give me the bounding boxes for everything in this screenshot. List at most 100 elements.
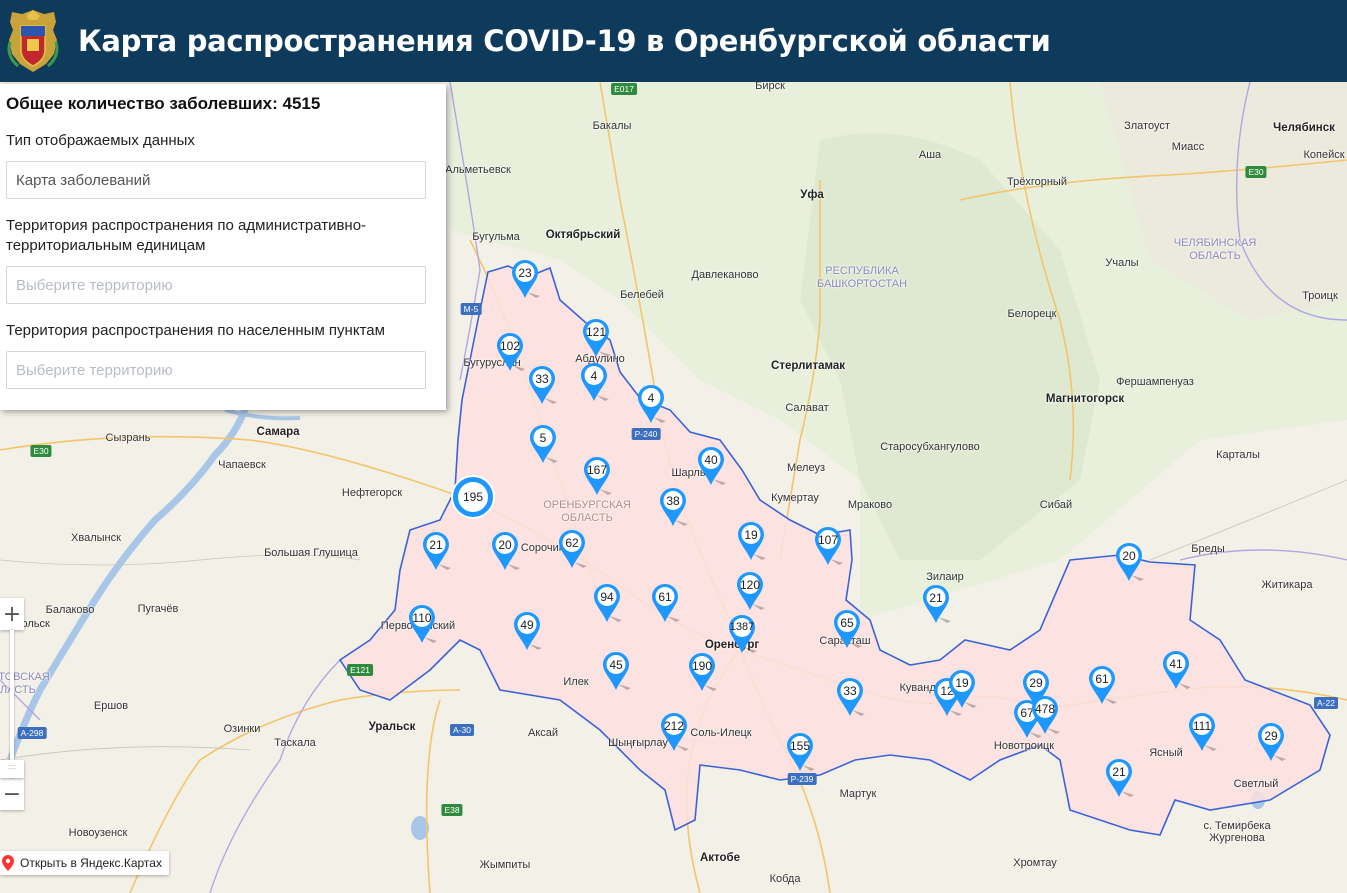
case-marker[interactable]: 61: [652, 584, 682, 624]
case-count: 1387: [729, 621, 755, 633]
region-label: РЕСПУБЛИКА БАШКОРТОСТАН: [816, 265, 908, 290]
case-marker[interactable]: 1387: [729, 615, 759, 655]
case-count: 107: [817, 533, 839, 547]
road-shield: A-30: [450, 724, 474, 736]
place-label: Стерлитамак: [771, 360, 845, 372]
place-label: Мелеуз: [787, 462, 825, 474]
settlement-select[interactable]: Выберите территорию: [6, 351, 426, 389]
case-marker[interactable]: 40: [698, 447, 728, 487]
place-label: Пугачёв: [137, 603, 179, 615]
place-label: Магнитогорск: [1045, 393, 1125, 405]
place-label: Актобе: [699, 852, 741, 864]
coat-of-arms-icon: [7, 10, 59, 72]
case-cluster[interactable]: 195: [453, 477, 493, 517]
case-marker[interactable]: 478: [1032, 696, 1062, 736]
place-label: Кумертау: [771, 492, 819, 504]
open-in-yandex-maps-link[interactable]: Открыть в Яндекс.Картах: [0, 851, 169, 875]
place-label: Ясный: [1149, 747, 1183, 759]
admin-territory-select[interactable]: Выберите территорию: [6, 266, 426, 304]
place-label: Илек: [563, 676, 589, 688]
place-label: Белебей: [620, 289, 664, 301]
settlement-label: Территория распространения по населенным…: [6, 322, 385, 339]
case-marker[interactable]: 45: [603, 652, 633, 692]
case-marker[interactable]: 5: [530, 425, 560, 465]
case-marker[interactable]: 4: [638, 385, 668, 425]
case-marker[interactable]: 20: [1116, 543, 1146, 583]
case-count: 19: [955, 676, 969, 690]
case-count: 4: [590, 369, 598, 383]
case-marker[interactable]: 212: [661, 713, 691, 753]
case-marker[interactable]: 33: [529, 366, 559, 406]
road-shield: E121: [347, 664, 373, 676]
case-marker[interactable]: 29: [1258, 723, 1288, 763]
case-marker[interactable]: 155: [787, 733, 817, 773]
place-label: Трёхгорный: [1007, 176, 1067, 188]
place-label: Ершов: [93, 700, 129, 712]
place-label: Челябинск: [1273, 122, 1335, 134]
case-marker[interactable]: 4: [581, 363, 611, 403]
case-marker[interactable]: 121: [583, 319, 613, 359]
case-marker[interactable]: 33: [837, 678, 867, 718]
place-label: с. Темирбека Жургенова: [1203, 820, 1271, 844]
case-marker[interactable]: 120: [737, 572, 767, 612]
case-marker[interactable]: 107: [815, 527, 845, 567]
place-label: Нефтегорск: [341, 487, 403, 499]
case-marker[interactable]: 94: [594, 584, 624, 624]
case-marker[interactable]: 20: [492, 532, 522, 572]
case-marker[interactable]: 19: [738, 522, 768, 562]
zoom-out-button[interactable]: −: [0, 778, 24, 810]
case-marker[interactable]: 23: [512, 260, 542, 300]
place-label: Фершампенуаз: [1116, 376, 1194, 388]
case-marker[interactable]: 21: [923, 585, 953, 625]
case-count: 20: [498, 538, 512, 552]
data-type-label: Тип отображаемых данных: [6, 132, 195, 149]
case-marker[interactable]: 190: [689, 653, 719, 693]
zoom-in-button[interactable]: +: [0, 598, 24, 630]
case-count: 167: [586, 463, 608, 477]
page-title: Карта распространения COVID-19 в Оренбур…: [78, 24, 1051, 58]
place-label: Троицк: [1302, 290, 1338, 302]
case-count: 62: [565, 536, 579, 550]
place-label: Самара: [256, 426, 300, 438]
filter-panel: Общее количество заболевших: 4515 Тип от…: [0, 84, 446, 410]
case-count: 212: [663, 719, 685, 733]
case-marker[interactable]: 61: [1089, 666, 1119, 706]
map-pin-icon: [2, 855, 14, 871]
case-count: 65: [840, 616, 854, 630]
case-marker[interactable]: 21: [1106, 759, 1136, 799]
case-marker[interactable]: 167: [584, 457, 614, 497]
case-marker[interactable]: 38: [660, 488, 690, 528]
place-label: Светлый: [1233, 778, 1279, 790]
case-count: 102: [499, 339, 521, 353]
case-marker[interactable]: 49: [514, 612, 544, 652]
case-marker[interactable]: 110: [409, 605, 439, 645]
case-count: 33: [843, 684, 857, 698]
place-label: Хвалынск: [71, 532, 121, 544]
case-count: 5: [539, 431, 547, 445]
case-count: 40: [704, 453, 718, 467]
place-label: Салават: [785, 402, 829, 414]
case-count: 4: [647, 391, 655, 405]
case-marker[interactable]: 102: [497, 333, 527, 373]
place-label: Учалы: [1105, 257, 1139, 269]
zoom-slider-handle[interactable]: ::::: [0, 760, 24, 778]
place-label: Мраково: [847, 499, 893, 511]
place-label: Житикара: [1261, 579, 1313, 591]
region-label: ОРЕНБУРГСКАЯ ОБЛАСТЬ: [543, 499, 631, 524]
place-label: Аксай: [527, 727, 559, 739]
place-label: Сибай: [1039, 499, 1073, 511]
case-marker[interactable]: 21: [423, 532, 453, 572]
case-marker[interactable]: 111: [1189, 713, 1219, 753]
place-label: Миасс: [1171, 141, 1205, 153]
data-type-select[interactable]: Карта заболеваний: [6, 161, 426, 199]
zoom-slider-track[interactable]: [0, 630, 24, 778]
case-marker[interactable]: 41: [1163, 651, 1193, 691]
case-count: 21: [429, 538, 443, 552]
case-marker[interactable]: 62: [559, 530, 589, 570]
place-label: Кобда: [769, 873, 801, 885]
case-marker[interactable]: 19: [949, 670, 979, 710]
zoom-control: + :::: −: [0, 598, 24, 810]
case-marker[interactable]: 65: [834, 610, 864, 650]
place-label: Давлеканово: [691, 269, 759, 281]
place-label: Старосубхангулово: [880, 441, 980, 453]
